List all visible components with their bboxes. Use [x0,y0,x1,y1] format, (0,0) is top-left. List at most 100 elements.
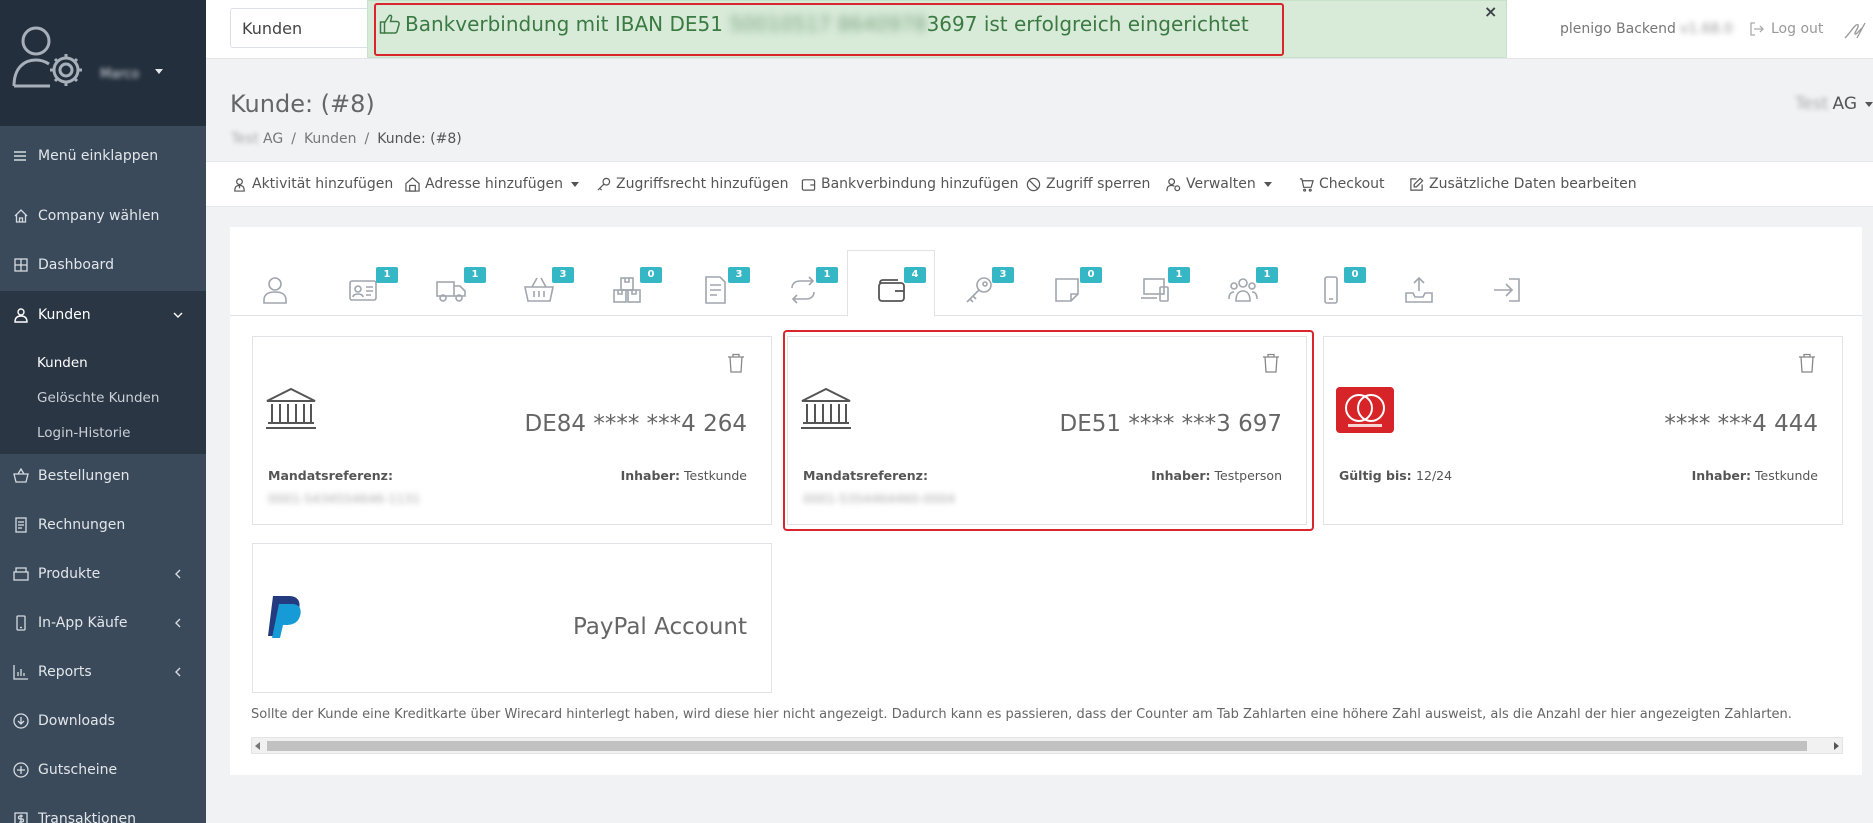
mastercard-logo-icon [1336,387,1394,433]
basket-icon [13,468,29,483]
activity-icon [234,177,245,192]
sidebar-item-label: Reports [38,664,92,680]
home-icon [14,209,28,223]
tab-login[interactable] [1488,267,1532,309]
alert-iban-masked: 50010517 8640978 [729,12,927,36]
sidebar-subitem-kunden[interactable]: Kunden [37,355,88,371]
document-tab-icon [705,276,726,304]
scroll-left-arrow[interactable] [255,742,260,750]
subscription-tab-icon [791,276,815,304]
sidebar-item-rechnungen[interactable]: Rechnungen [0,503,206,547]
chevron-left-icon [175,667,181,677]
edit-additional-data-button[interactable]: Zusätzliche Daten bearbeiten [1409,176,1637,192]
sidebar-subitem-deleted[interactable]: Gelöschte Kunden [37,390,159,406]
sidebar: Marco Menü einklappen Company wählen Das… [0,0,206,823]
tab-contact[interactable]: 1 [344,267,398,309]
add-access-right-button[interactable]: Zugriffsrecht hinzufügen [596,176,789,192]
tab-notes[interactable]: 0 [1048,267,1102,309]
download-icon [13,713,29,729]
action-label: Bankverbindung hinzufügen [821,176,1019,192]
chevron-down-icon [570,181,579,187]
tab-access-rights[interactable]: 3 [960,267,1014,309]
wirecard-note: Sollte der Kunde eine Kreditkarte über W… [251,707,1792,722]
checkout-button[interactable]: Checkout [1299,176,1385,192]
add-activity-button[interactable]: Aktivität hinzufügen [232,176,393,192]
tab-customer-profile[interactable] [256,267,300,309]
logout-label: Log out [1771,21,1824,37]
tab-groups[interactable]: 1 [1224,267,1278,309]
add-bank-account-button[interactable]: Bankverbindung hinzufügen [801,176,1018,192]
chevron-down-icon [1263,181,1272,187]
tab-badge: 1 [1256,267,1278,283]
tab-badge: 4 [904,267,926,283]
trash-icon[interactable] [727,353,745,373]
sidebar-item-label: Gutscheine [38,762,118,778]
action-label: Aktivität hinzufügen [252,176,394,192]
chevron-down-icon[interactable] [155,69,163,74]
holder-label: Inhaber: [1691,468,1752,483]
chevron-left-icon [175,618,181,628]
page-title: Kunde: (#8) [230,90,375,118]
chevron-left-icon [175,569,181,579]
bank-icon [266,387,316,429]
mobile-tab-icon [1324,276,1338,304]
breadcrumb-item-company[interactable]: Test AG [231,131,283,147]
action-label: Adresse hinzufügen [425,176,563,192]
tab-payment-methods[interactable]: 4 [872,267,926,309]
sidebar-subitem-login-history[interactable]: Login-Historie [37,425,130,441]
breadcrumb-item-kunden[interactable]: Kunden [304,131,357,147]
company-dropdown[interactable]: Test AG [1795,94,1873,114]
tab-products[interactable]: 0 [608,267,662,309]
block-access-button[interactable]: Zugriff sperren [1026,176,1150,192]
mandate-value: 0001-5434554646-1131 [268,491,421,506]
breadcrumb-company-blurred: Test [231,131,259,147]
sidebar-item-transaktionen[interactable]: Transaktionen [0,797,206,823]
logout-link[interactable]: Log out [1749,21,1823,37]
tab-mobile[interactable]: 0 [1312,267,1366,309]
sidebar-item-produkte[interactable]: Produkte [0,552,206,596]
user-icon [14,308,28,323]
horizontal-scrollbar[interactable] [251,737,1843,754]
invoice-icon [15,517,27,533]
box-icon [13,567,29,581]
trash-icon[interactable] [1798,353,1816,373]
breadcrumb: Test AG / Kunden / Kunde: (#8) [231,131,462,147]
sidebar-item-dashboard[interactable]: Dashboard [0,243,206,287]
sidebar-item-collapse[interactable]: Menü einklappen [0,134,206,178]
id-card-tab-icon [349,280,377,301]
alert-close-button[interactable]: × [1484,2,1497,21]
company-label: AG [1832,94,1857,114]
chevron-down-icon [173,312,183,318]
user-settings-icon[interactable] [12,24,90,90]
sidebar-item-reports[interactable]: Reports [0,650,206,694]
sidebar-item-gutscheine[interactable]: Gutscheine [0,748,206,792]
hand-signature-icon[interactable] [1843,20,1867,40]
tab-shipping[interactable]: 1 [432,267,486,309]
grid-icon [14,258,28,272]
chevron-down-icon [1865,101,1873,107]
sidebar-username[interactable]: Marco [100,67,139,82]
tab-subscriptions[interactable]: 1 [784,267,838,309]
tab-export[interactable] [1400,267,1444,309]
sidebar-item-inapp[interactable]: In-App Käufe [0,601,206,645]
sidebar-item-label: Produkte [38,566,101,582]
wallet-icon [801,178,816,191]
sidebar-item-company[interactable]: Company wählen [0,194,206,238]
sidebar-item-downloads[interactable]: Downloads [0,699,206,743]
manage-dropdown-button[interactable]: Verwalten [1166,176,1272,192]
tab-invoices[interactable]: 3 [696,267,750,309]
sidebar-item-label: Dashboard [38,257,114,273]
tab-badge: 1 [464,267,486,283]
sidebar-item-kunden[interactable]: Kunden [0,291,206,339]
tab-badge: 1 [1168,267,1190,283]
tab-devices[interactable]: 1 [1136,267,1190,309]
action-label: Zugriff sperren [1046,176,1151,192]
sidebar-item-bestellungen[interactable]: Bestellungen [0,454,206,498]
add-address-button[interactable]: Adresse hinzufügen [405,176,579,192]
backend-version: v1.68.0 [1679,21,1733,37]
scroll-right-arrow[interactable] [1834,742,1839,750]
scrollbar-thumb[interactable] [267,741,1807,751]
action-toolbar: Aktivität hinzufügen Adresse hinzufügen … [206,161,1873,207]
tab-orders[interactable]: 3 [520,267,574,309]
phone-icon [16,615,26,631]
